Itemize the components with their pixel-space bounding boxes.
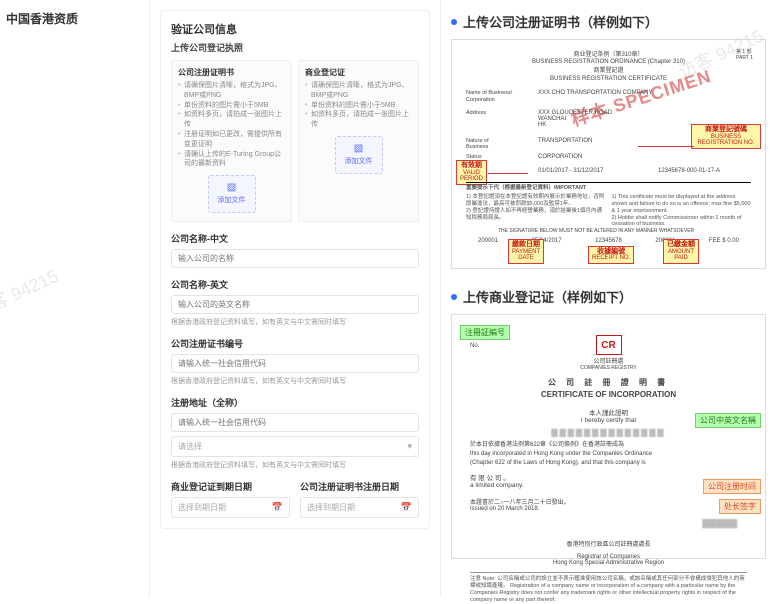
sample-header-1: 上传公司注册证明书（样例如下）	[451, 12, 766, 31]
upload-label: 商业登记证	[305, 67, 412, 78]
image-icon: ▧	[227, 183, 236, 193]
biz-nature: TRANSPORTATION	[538, 138, 592, 144]
tag-receipt-no: 收據編號 RECEIPT NO.	[588, 246, 634, 264]
label-reg-no: 注冊証編号	[460, 325, 510, 340]
date-placeholder: 选择到期日期	[178, 502, 226, 513]
sample-header-2: 上传商业登记证（样例如下）	[451, 287, 766, 306]
select-placeholder: 请选择	[178, 441, 202, 452]
upload-button-label: 添加文件	[345, 156, 373, 166]
dropdown-icon: ▾	[407, 441, 412, 452]
page-title: 中国香港资质	[6, 10, 143, 27]
company-name-cn-input[interactable]	[171, 249, 419, 268]
tip: 请确保图片清晰，格式为JPG、BMP或PNG	[178, 81, 285, 101]
coi-note: 注意 Note: 公司名稱或公司的設立並不表示獲准使用該公司名稱，或該名稱或其任…	[470, 572, 747, 604]
address-input[interactable]	[171, 413, 419, 432]
row-val: FEE $ 0.00	[709, 238, 739, 244]
sample-br-cert: 第 1 部PART 1 商业登记条例（第310章） BUSINESS REGIS…	[451, 39, 766, 269]
sample-header-text: 上传商业登记证（样例如下）	[463, 287, 632, 306]
tip: 注册证明如已更改，需提供所有变更证明	[178, 130, 285, 150]
row-val: 12345678	[595, 238, 622, 244]
tag-amount-paid: 已繳金額 AMOUNT PAID	[663, 239, 699, 264]
field-help: 根据香港政府登记资料填写，如有英文与中文需同时填写	[171, 460, 419, 470]
coi-title-en: CERTIFICATE OF INCORPORATION	[470, 389, 747, 401]
upload-box-br: 商业登记证 请确保图片清晰，格式为JPG、BMP或PNG 单份资料的图片需小于5…	[298, 60, 419, 222]
field-label: 公司注册证明书注册日期	[300, 480, 419, 493]
field-label: 商业登记证到期日期	[171, 480, 290, 493]
bullet-icon	[451, 294, 457, 300]
issued-en: Issued on 20 March 2018.	[470, 506, 747, 512]
label-reg-date: 公司注册时间	[703, 479, 761, 494]
cr-logo-icon: CR	[596, 335, 622, 355]
image-icon: ▧	[354, 144, 363, 154]
label-company-name: 公司中英文名稱	[695, 413, 761, 428]
bri-expiry-input[interactable]: 选择到期日期 📅	[171, 497, 290, 518]
doc-title-en: BUSINESS REGISTRATION ORDINANCE (Chapter…	[458, 59, 759, 66]
upload-button-br[interactable]: ▧ 添加文件	[335, 136, 383, 174]
coi-title-cn: 公 司 註 冊 證 明 書	[470, 377, 747, 389]
calendar-icon: 📅	[272, 502, 283, 513]
form-column: 验证公司信息 上传公司登记执照 公司注册证明书 请确保图片清晰，格式为JPG、B…	[150, 0, 440, 597]
tag-payment-date: 繳款日期 PAYMENT DATE	[508, 239, 544, 264]
left-column: 中国香港资质	[0, 0, 150, 597]
tip: 单份资料的图片需小于5MB	[178, 101, 285, 111]
issued-cn: 本證書於二○一八年三月二十日發出。	[470, 497, 747, 506]
section-title: 验证公司信息	[171, 21, 419, 37]
sample-coi: 注冊証編号 No. CR 公司註冊處 COMPANIES REGISTRY 公 …	[451, 314, 766, 559]
bullet-icon	[451, 19, 457, 25]
tag-brn: 商業登記號碼 BUSINESS REGISTRATION NO.	[691, 124, 761, 149]
tip: 请确保图片清晰，格式为JPG、BMP或PNG	[305, 81, 412, 101]
tip: 单份资料的图片需小于5MB	[305, 101, 412, 111]
company-address: XXX GLOUCESTER ROAD WANCHAI HK	[538, 110, 612, 128]
field-label: 公司注册证书编号	[171, 337, 419, 350]
tip: 如资料多页，请拍成一张图片上传	[305, 110, 412, 130]
tip: 如资料多页，请拍成一张图片上传	[178, 110, 285, 130]
company-name: XXX CHO TRANSPORTATION COMPANY	[538, 90, 652, 96]
field-help: 根据香港政府登记资料填写，如有英文与中文需同时填写	[171, 317, 419, 327]
note-heading: 重要提示下代（根据最新登记資料）IMPORTANT	[466, 185, 586, 191]
body2-en: (Chapter 622 of the Laws of Hong Kong), …	[470, 460, 646, 466]
row-val: 200001	[478, 238, 498, 244]
address-select[interactable]: 请选择 ▾	[171, 436, 419, 457]
field-label: 公司名称-中文	[171, 232, 419, 245]
registrar-en: Registrar of Companies Hong Kong Special…	[553, 554, 664, 566]
body1-cn: 於本日依據香港法例第622章《公司條例》在香港註冊成為	[470, 442, 624, 448]
form-card: 验证公司信息 上传公司登记执照 公司注册证明书 请确保图片清晰，格式为JPG、B…	[160, 10, 430, 529]
label-signature: 处长签字	[719, 499, 761, 514]
field-label: 注册地址（全称）	[171, 396, 419, 409]
right-column: 上传公司注册证明书（样例如下） 第 1 部PART 1 商业登记条例（第310章…	[440, 0, 776, 597]
upload-button-label: 添加文件	[218, 195, 246, 205]
cr-sub: COMPANIES REGISTRY	[470, 365, 747, 371]
upload-row: 公司注册证明书 请确保图片清晰，格式为JPG、BMP或PNG 单份资料的图片需小…	[171, 60, 419, 222]
registrar-cn: 香港特別行政區公司註冊處處長	[566, 542, 650, 548]
company-name-en-input[interactable]	[171, 295, 419, 314]
field-label: 公司名称-英文	[171, 278, 419, 291]
tip: 请确认上传的E-Turing Group公司的最新资料	[178, 150, 285, 170]
calendar-icon: 📅	[401, 502, 412, 513]
cr-number-input[interactable]	[171, 354, 419, 373]
upload-tips: 请确保图片清晰，格式为JPG、BMP或PNG 单份资料的图片需小于5MB 如资料…	[305, 81, 412, 130]
date-placeholder: 选择到期日期	[307, 502, 355, 513]
biz-status: CORPORATION	[538, 154, 582, 160]
upload-tips: 请确保图片清晰，格式为JPG、BMP或PNG 单份资料的图片需小于5MB 如资料…	[178, 81, 285, 169]
cr-label: 公司註冊處	[470, 356, 747, 365]
sub-title: 上传公司登记执照	[171, 41, 419, 54]
upload-button-cr[interactable]: ▧ 添加文件	[208, 175, 256, 213]
coi-issue-input[interactable]: 选择到期日期 📅	[300, 497, 419, 518]
upload-box-cr: 公司注册证明书 请确保图片清晰，格式为JPG、BMP或PNG 单份资料的图片需小…	[171, 60, 292, 222]
upload-label: 公司注册证明书	[178, 67, 285, 78]
field-help: 根据香港政府登记资料填写，如有英文与中文需同时填写	[171, 376, 419, 386]
sample-header-text: 上传公司注册证明书（样例如下）	[463, 12, 658, 31]
doc-title-cn: 商业登记条例（第310章）	[458, 52, 759, 59]
body1-en: this day incorporated in Hong Kong under…	[470, 451, 652, 457]
